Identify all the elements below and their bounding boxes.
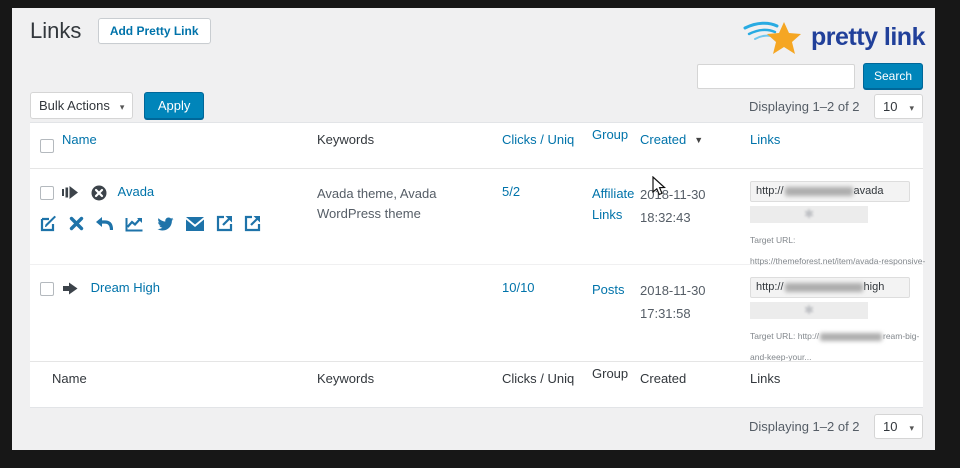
per-page-value: 10 [883, 419, 897, 434]
per-page-value: 10 [883, 99, 897, 114]
footer-header-clicks: Clicks / Uniq [502, 371, 582, 386]
url-suffix: high [864, 281, 885, 293]
footer-header-links: Links [750, 371, 920, 386]
pretty-link-logo: pretty link [743, 18, 925, 56]
url-prefix: http:// [756, 185, 784, 197]
chevron-down-icon: ▾ [120, 102, 125, 112]
page-header: Links Add Pretty Link pretty link [30, 18, 935, 58]
displaying-count: Displaying 1–2 of 2 [749, 99, 860, 114]
add-pretty-link-button[interactable]: Add Pretty Link [98, 18, 211, 44]
links-table: Name Keywords Clicks / Uniq Group Create… [30, 122, 923, 408]
table-row: Avada [30, 169, 923, 265]
target-url-prefix: Target URL: http:// [750, 331, 819, 341]
chevron-down-icon: ▾ [909, 423, 914, 433]
created-time: 17:31:58 [640, 306, 691, 321]
column-header-clicks[interactable]: Clicks / Uniq [502, 132, 582, 147]
group-link[interactable]: Posts [592, 280, 625, 301]
link-name[interactable]: Dream High [91, 280, 160, 295]
footer-header-name: Name [52, 371, 300, 386]
keywords-text: Avada theme, Avada WordPress theme [317, 184, 497, 224]
pretty-link-star-icon [743, 18, 805, 56]
column-header-group[interactable]: Group [592, 126, 638, 144]
clicks-link[interactable]: 10/10 [502, 280, 535, 295]
footer-header-keywords: Keywords [317, 371, 497, 386]
redacted-url-segment [785, 283, 863, 292]
table-footer-row: Name Keywords Clicks / Uniq Group Create… [30, 361, 923, 407]
per-page-select[interactable]: 10 ▾ [874, 414, 923, 439]
copy-icon: ✱ [804, 207, 814, 221]
link-name[interactable]: Avada [118, 184, 155, 199]
pretty-url-field[interactable]: http:// high [750, 277, 910, 298]
open-link-icon[interactable] [216, 215, 233, 232]
displaying-count: Displaying 1–2 of 2 [749, 419, 860, 434]
pretty-bar-icon [62, 185, 79, 200]
pagination-top: Displaying 1–2 of 2 10 ▾ [749, 94, 923, 119]
bulk-actions-label: Bulk Actions [39, 98, 110, 113]
footer-header-group: Group [592, 365, 638, 383]
url-prefix: http:// [756, 281, 784, 293]
open-pretty-link-icon[interactable] [244, 215, 261, 232]
arrow-icon [62, 281, 79, 296]
created-time: 18:32:43 [640, 210, 691, 225]
created-date: 2018-11-30 [640, 283, 706, 298]
row-checkbox[interactable] [40, 186, 54, 200]
redacted-url-segment [785, 187, 853, 196]
created-date: 2018-11-30 [640, 187, 706, 202]
footer-header-created: Created [640, 371, 742, 386]
redacted-url-segment [820, 333, 882, 341]
column-header-name[interactable]: Name [62, 132, 310, 147]
search-input[interactable] [697, 64, 855, 89]
per-page-select[interactable]: 10 ▾ [874, 94, 923, 119]
admin-page: Links Add Pretty Link pretty link Search… [12, 8, 935, 450]
pretty-url-field[interactable]: http:// avada [750, 181, 910, 202]
table-row: Dream High 10/10 Posts 2018-11-30 17:31:5… [30, 265, 923, 361]
pagination-bottom: Displaying 1–2 of 2 10 ▾ [749, 414, 923, 439]
edit-icon[interactable] [40, 215, 57, 232]
url-suffix: avada [854, 185, 884, 197]
column-header-created[interactable]: Created ▼ [640, 132, 742, 147]
pretty-link-logo-text: pretty link [811, 23, 925, 52]
created-timestamp: 2018-11-30 18:32:43 [640, 184, 706, 230]
bulk-actions-select[interactable]: Bulk Actions ▾ [30, 92, 133, 119]
search-area: Search [697, 63, 923, 91]
column-header-links[interactable]: Links [750, 132, 920, 147]
row-checkbox[interactable] [40, 282, 54, 296]
copy-icon: ✱ [804, 303, 814, 317]
row-actions [40, 215, 269, 232]
reset-icon[interactable] [95, 216, 113, 232]
column-header-keywords: Keywords [317, 132, 497, 147]
clicks-link[interactable]: 5/2 [502, 184, 520, 199]
apply-button[interactable]: Apply [144, 92, 205, 119]
select-all-checkbox[interactable] [40, 139, 54, 153]
delete-icon[interactable] [69, 216, 84, 231]
twitter-icon[interactable] [156, 216, 175, 232]
created-header-label: Created [640, 132, 686, 147]
created-timestamp: 2018-11-30 17:31:58 [640, 280, 706, 326]
group-link[interactable]: Affiliate Links [592, 184, 638, 226]
copy-url-button[interactable]: ✱ [750, 206, 868, 223]
search-button[interactable]: Search [863, 63, 923, 89]
copy-url-button[interactable]: ✱ [750, 302, 868, 319]
email-icon[interactable] [186, 217, 204, 231]
disabled-icon [91, 185, 107, 201]
chevron-down-icon: ▾ [909, 103, 914, 113]
table-header-row: Name Keywords Clicks / Uniq Group Create… [30, 123, 923, 169]
sort-desc-icon: ▼ [694, 135, 703, 145]
page-title: Links [30, 18, 81, 44]
window-frame: { "page": { "title": "Links", "add_butto… [0, 0, 960, 468]
stats-icon[interactable] [125, 216, 144, 232]
list-controls: Bulk Actions ▾ Apply Displaying 1–2 of 2 … [30, 92, 923, 122]
